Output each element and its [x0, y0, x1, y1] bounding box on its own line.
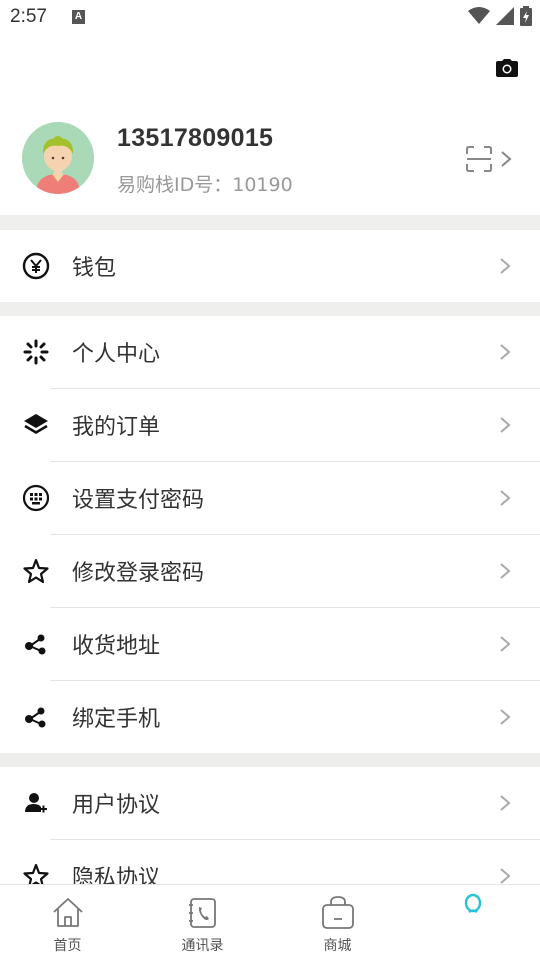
menu-item-label: 收货地址: [72, 634, 161, 659]
chevron-right-icon: [500, 795, 511, 811]
keypad-icon: [22, 484, 50, 512]
share-icon: [22, 630, 50, 658]
wifi-icon: [468, 7, 490, 24]
profile-icon: [464, 893, 481, 913]
avatar[interactable]: [22, 122, 94, 194]
tab-profile[interactable]: [405, 885, 540, 960]
menu-item-label: 我的订单: [72, 415, 161, 440]
menu-item-user-agreement[interactable]: 用户协议: [0, 767, 540, 839]
section-divider: [0, 215, 540, 230]
menu-item-bind-phone[interactable]: 绑定手机: [0, 681, 540, 753]
tab-contacts[interactable]: 通讯录: [135, 885, 270, 960]
menu-item-label: 用户协议: [72, 793, 161, 818]
menu-item-shipping-address[interactable]: 收货地址: [0, 608, 540, 680]
chevron-right-icon: [500, 868, 511, 884]
camera-icon: [496, 59, 518, 77]
share-icon: [22, 703, 50, 731]
camera-button[interactable]: [496, 58, 518, 78]
menu-item-wallet[interactable]: 钱包: [0, 230, 540, 302]
chevron-right-icon: [501, 151, 512, 167]
profile-header[interactable]: 13517809015 易购栈ID号：10190: [0, 100, 540, 215]
layers-icon: [22, 411, 50, 439]
chevron-right-icon: [500, 563, 511, 579]
chevron-right-icon: [500, 709, 511, 725]
menu-item-change-login-password[interactable]: 修改登录密码: [0, 535, 540, 607]
tab-home[interactable]: 首页: [0, 885, 135, 960]
tab-mall[interactable]: 商城: [270, 885, 405, 960]
menu-item-personal-center[interactable]: 个人中心: [0, 316, 540, 388]
tab-label: 商城: [323, 938, 352, 954]
chevron-right-icon: [500, 417, 511, 433]
section-divider: [0, 753, 540, 767]
star-icon: [22, 557, 50, 585]
scan-icon: [466, 146, 492, 172]
menu-item-my-orders[interactable]: 我的订单: [0, 389, 540, 461]
user-id: 易购栈ID号：10190: [117, 174, 293, 196]
menu-item-label: 个人中心: [72, 342, 161, 367]
user-phone: 13517809015: [117, 124, 274, 152]
status-notification-badge: A: [72, 10, 85, 24]
status-time: 2:57: [10, 6, 47, 27]
chevron-right-icon: [500, 258, 511, 274]
chevron-right-icon: [500, 344, 511, 360]
chevron-right-icon: [500, 490, 511, 506]
status-bar: 2:57 A: [0, 0, 540, 36]
menu-item-label: 钱包: [72, 256, 117, 281]
chevron-right-icon: [500, 636, 511, 652]
status-icons: [468, 6, 532, 26]
yuan-icon: [22, 252, 50, 280]
shopping-bag-icon: [321, 896, 354, 929]
battery-icon: [520, 6, 532, 26]
tab-label: 通讯录: [181, 938, 224, 954]
tab-label: 首页: [53, 938, 82, 954]
avatar-icon: [22, 122, 94, 194]
menu-item-label: 设置支付密码: [72, 488, 205, 513]
menu-item-label: 绑定手机: [72, 707, 161, 732]
signal-icon: [496, 7, 514, 25]
home-icon: [52, 898, 83, 927]
qr-scan-button[interactable]: [464, 144, 516, 174]
section-divider: [0, 302, 540, 316]
bottom-tab-bar: 首页 通讯录 商城: [0, 884, 540, 960]
menu-item-set-payment-password[interactable]: 设置支付密码: [0, 462, 540, 534]
personal-center-icon: [22, 338, 50, 366]
menu-item-label: 修改登录密码: [72, 561, 205, 586]
user-add-icon: [22, 789, 50, 817]
contacts-phone-icon: [188, 898, 216, 928]
